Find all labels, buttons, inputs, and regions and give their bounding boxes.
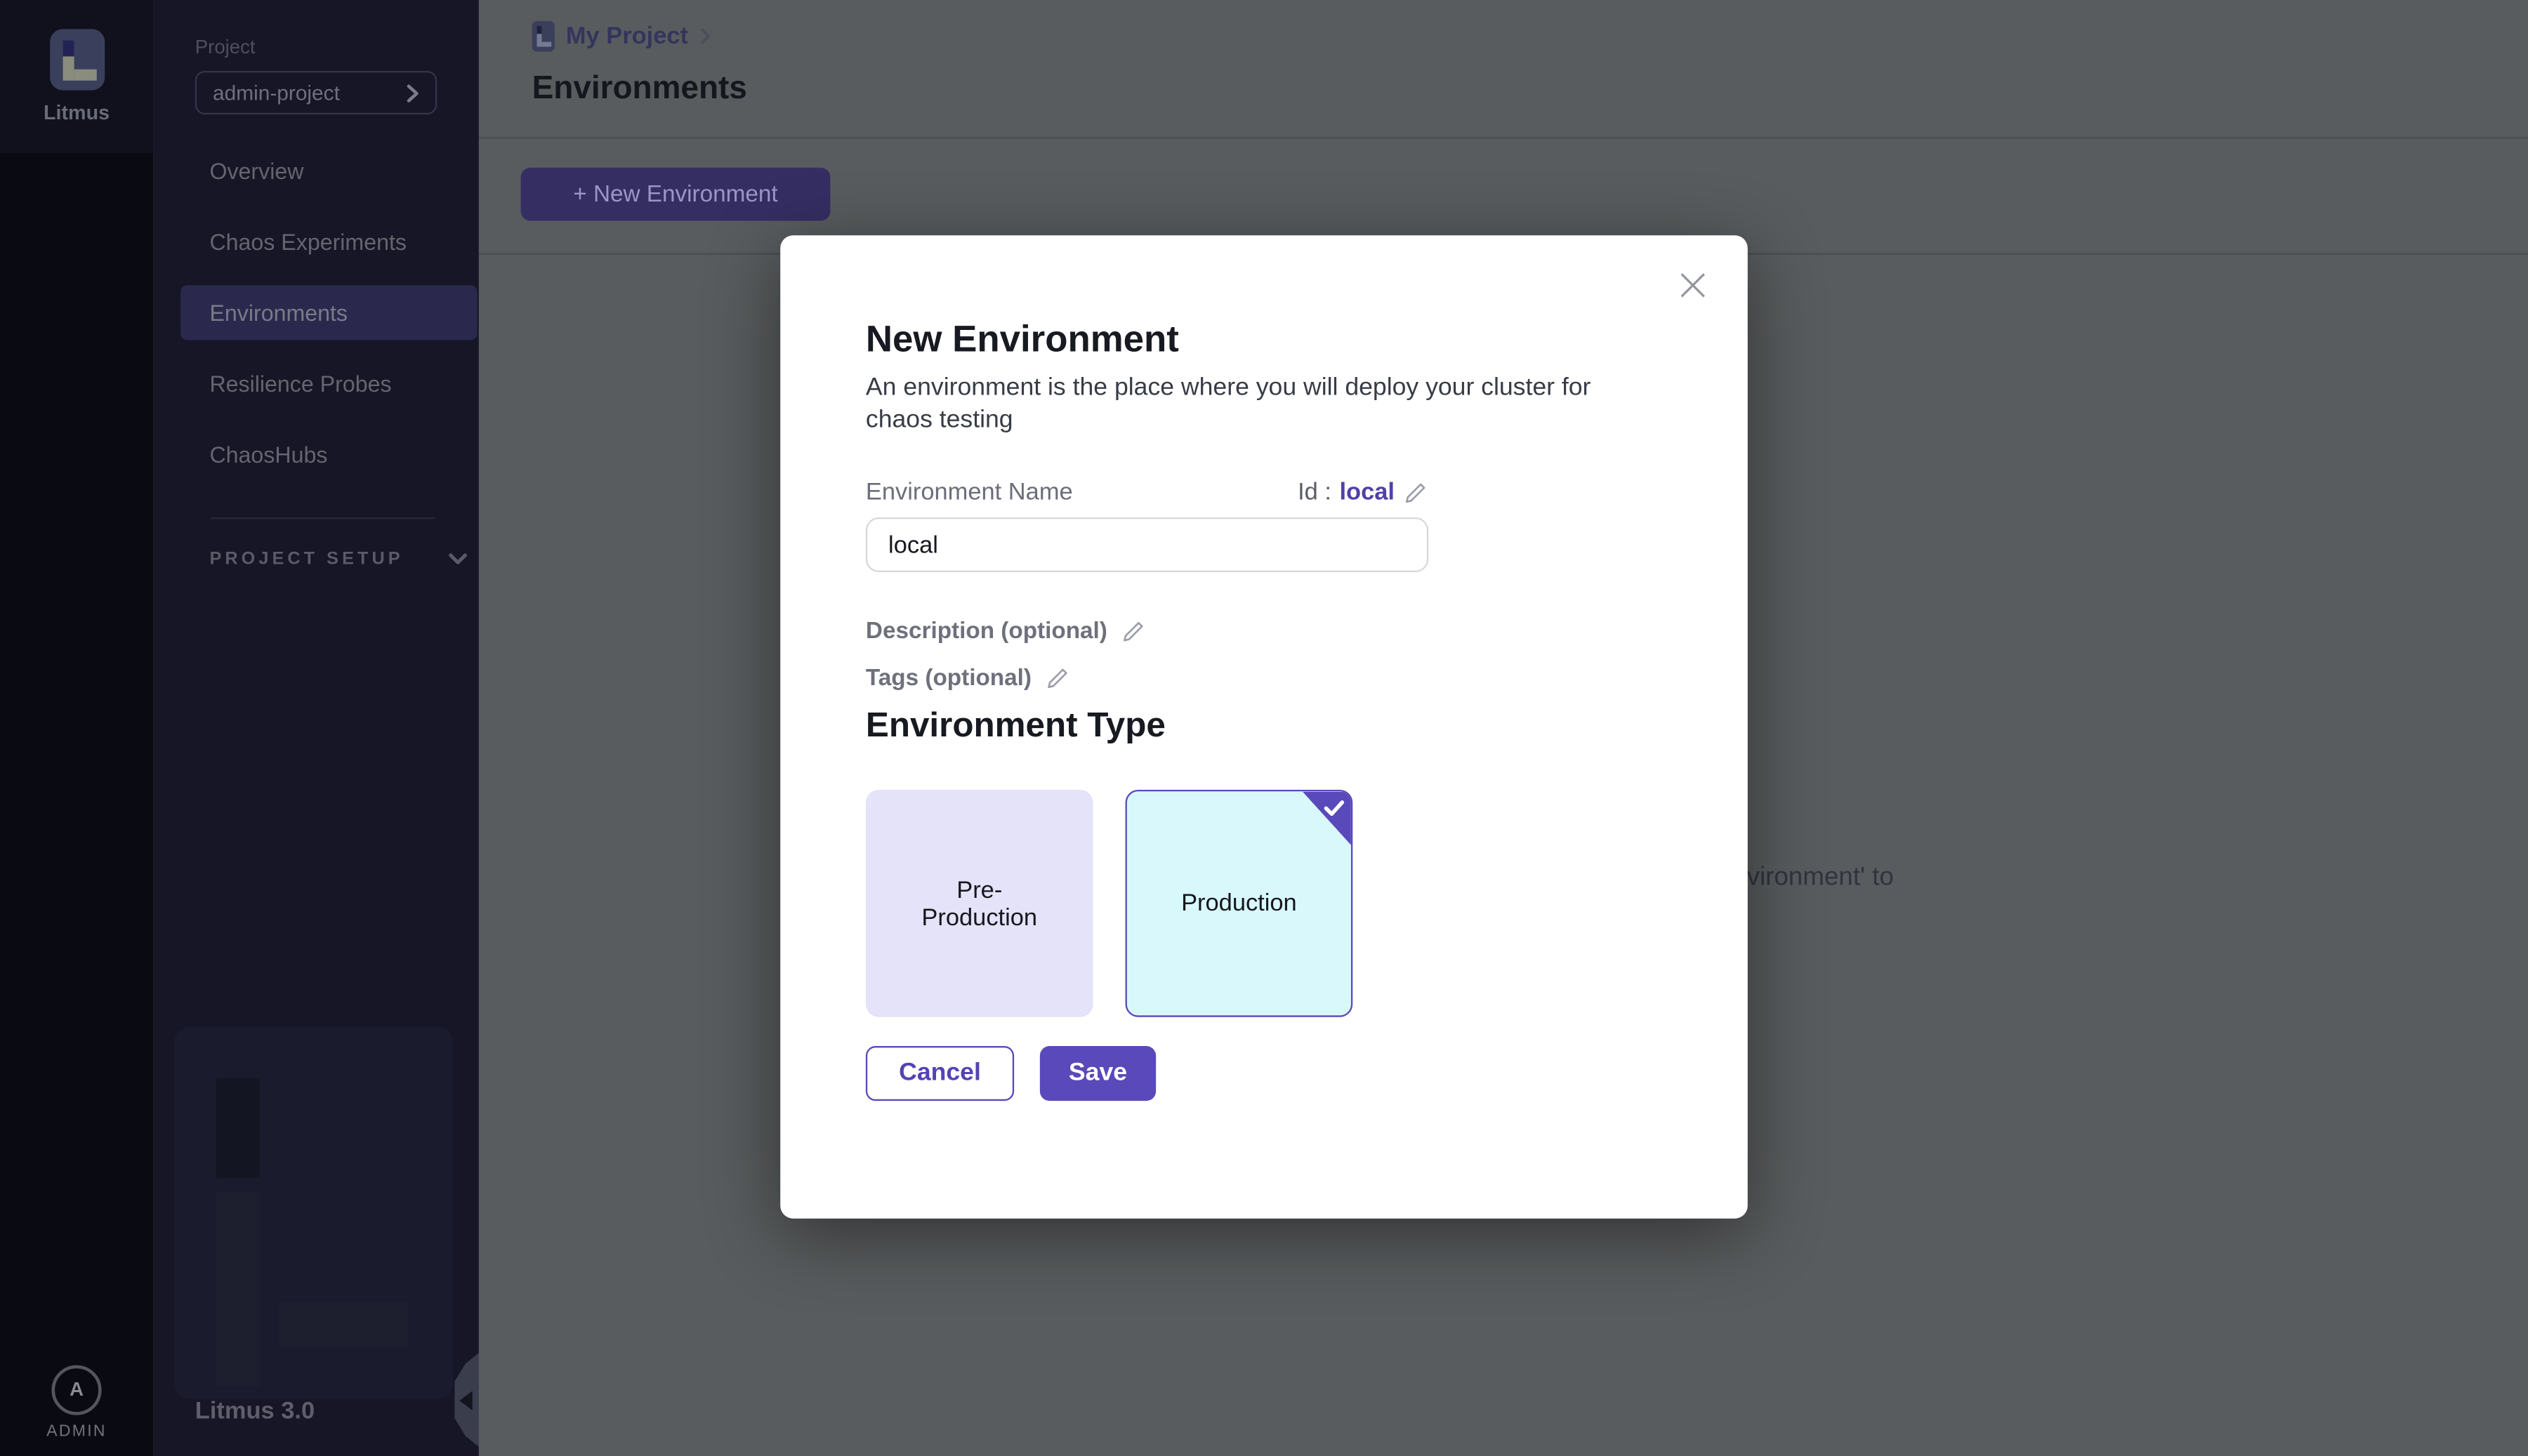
project-selector[interactable]: admin-project (195, 71, 437, 114)
edit-id-pencil-icon[interactable] (1402, 480, 1428, 506)
user-role: ADMIN (46, 1422, 106, 1440)
environment-type-heading: Environment Type (866, 706, 1650, 746)
litmus-logo-icon (49, 29, 104, 90)
product-strip: Litmus A ADMIN (0, 0, 153, 1456)
version-label: Litmus 3.0 (195, 1396, 315, 1424)
product-name: Litmus (44, 102, 110, 124)
sidebar-placeholder-card (174, 1026, 453, 1398)
environment-id-group: Id : local (1298, 479, 1428, 507)
tags-label: Tags (optional) (866, 666, 1032, 692)
environment-name-input[interactable] (866, 518, 1428, 573)
type-card-production[interactable]: Production (1126, 790, 1353, 1018)
id-label: Id : (1298, 479, 1331, 507)
modal-title: New Environment (866, 317, 1650, 361)
user-avatar[interactable]: A (51, 1364, 101, 1414)
litmus-logo-cell[interactable]: Litmus (0, 0, 153, 153)
sidebar-item-environments[interactable]: Environments (180, 285, 477, 340)
new-environment-button[interactable]: + New Environment (521, 168, 831, 221)
sidebar-nav: Overview Chaos Experiments Environments … (153, 143, 478, 482)
breadcrumb[interactable]: My Project (532, 21, 711, 52)
id-value: local (1339, 479, 1394, 507)
environment-name-label: Environment Name (866, 479, 1073, 507)
modal-subtitle: An environment is the place where you wi… (866, 372, 1650, 437)
type-card-pre-production[interactable]: Pre-Production (866, 790, 1093, 1018)
chevron-right-icon (407, 83, 419, 102)
check-icon (1322, 798, 1346, 819)
project-name: admin-project (213, 81, 340, 105)
chevron-down-icon (449, 552, 468, 565)
project-icon (532, 21, 555, 52)
description-label: Description (optional) (866, 619, 1107, 645)
type-card-production-label: Production (1181, 890, 1297, 918)
sidebar-item-chaoshubs[interactable]: ChaosHubs (180, 427, 477, 482)
project-setup-label: PROJECT SETUP (209, 550, 403, 569)
breadcrumb-chevron-icon (699, 27, 711, 45)
breadcrumb-project-link[interactable]: My Project (566, 22, 688, 50)
edit-tags-pencil-icon[interactable] (1044, 666, 1070, 692)
page-title: Environments (532, 71, 747, 108)
project-label: Project (195, 36, 478, 58)
sidebar-item-resilience-probes[interactable]: Resilience Probes (180, 356, 477, 411)
sidebar: Project admin-project Overview Chaos Exp… (153, 0, 478, 1456)
sidebar-collapse-handle[interactable] (454, 1352, 480, 1447)
litmus-app: Litmus A ADMIN Project admin-project Ove… (0, 0, 2528, 1456)
cancel-button[interactable]: Cancel (866, 1047, 1014, 1101)
empty-state-text-fragment: vironment' to (1747, 864, 1894, 893)
save-button[interactable]: Save (1040, 1047, 1156, 1101)
new-environment-modal: New Environment An environment is the pl… (779, 235, 1747, 1218)
sidebar-item-overview[interactable]: Overview (180, 143, 477, 198)
sidebar-divider (211, 517, 435, 519)
header-divider (478, 136, 2528, 138)
edit-description-pencil-icon[interactable] (1120, 619, 1146, 645)
close-icon[interactable] (1678, 271, 1706, 300)
sidebar-item-chaos-experiments[interactable]: Chaos Experiments (180, 214, 477, 269)
